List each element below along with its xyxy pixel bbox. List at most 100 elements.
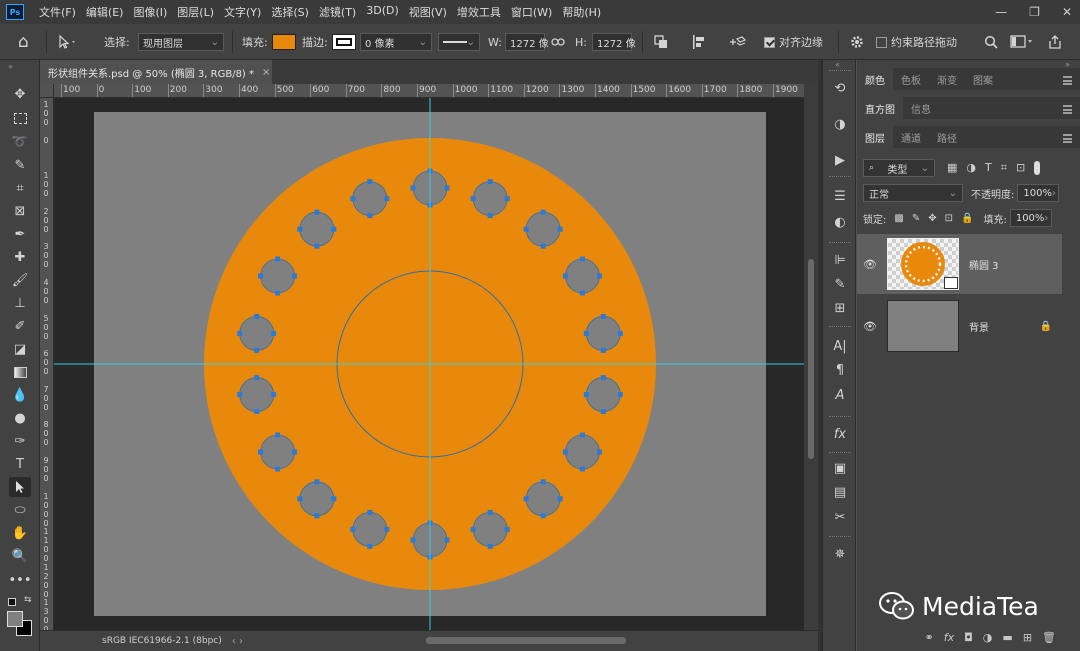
anchor-point[interactable] — [579, 256, 585, 262]
anchor-point[interactable] — [297, 496, 303, 502]
vertical-scrollbar[interactable] — [804, 84, 818, 630]
healing-brush-tool-icon[interactable]: ✚ — [9, 247, 31, 267]
close-icon[interactable]: × — [262, 67, 270, 78]
panel-tab-ptabs3-1[interactable]: 通道 — [893, 126, 929, 148]
blend-mode-dropdown[interactable]: 正常 ⌄ — [863, 184, 963, 202]
horizontal-ruler[interactable]: 100 0 100 200 300 400 500 600 700 800 900 1000 1100 1… — [54, 84, 804, 98]
close-icon[interactable]: ✕ — [1062, 5, 1072, 19]
anchor-point[interactable] — [258, 273, 264, 279]
panel-menu-icon[interactable] — [1063, 105, 1072, 114]
anchor-point[interactable] — [583, 330, 589, 336]
search-icon[interactable] — [984, 24, 998, 60]
blur-tool-icon[interactable]: 💧 — [9, 385, 31, 405]
anchor-point[interactable] — [504, 196, 510, 202]
type-tool-icon[interactable]: T — [9, 454, 31, 474]
anchor-point[interactable] — [297, 226, 303, 232]
menu-item-6[interactable]: 滤镜(T) — [314, 4, 361, 20]
anchor-point[interactable] — [596, 449, 602, 455]
anchor-point[interactable] — [367, 543, 373, 549]
anchor-point[interactable] — [314, 243, 320, 249]
type-layer-filter-icon[interactable]: T — [985, 161, 992, 175]
add-mask-icon[interactable]: ◘ — [964, 631, 973, 644]
foreground-color-swatch[interactable] — [7, 611, 23, 627]
stroke-size-field[interactable]: 0 像素 ⌄ — [360, 33, 432, 51]
menu-item-11[interactable]: 帮助(H) — [557, 4, 606, 20]
panel-menu-icon[interactable] — [1063, 76, 1072, 85]
anchor-point[interactable] — [350, 196, 356, 202]
actions-play-icon[interactable]: ▶ — [829, 150, 851, 170]
anchor-point[interactable] — [487, 543, 493, 549]
width-field[interactable]: 1272 像 — [505, 33, 549, 51]
new-layer-icon[interactable]: ⊞ — [1023, 631, 1032, 644]
hole-circle[interactable] — [239, 316, 275, 351]
gradient-tool-icon[interactable] — [9, 362, 31, 382]
home-icon[interactable]: ⌂ — [18, 24, 29, 60]
hole-circle[interactable] — [352, 181, 388, 217]
anchor-point[interactable] — [596, 273, 602, 279]
anchor-point[interactable] — [367, 213, 373, 219]
quick-select-tool-icon[interactable]: ✎ — [9, 155, 31, 175]
color-profile-status[interactable]: sRGB IEC61966-2.1 (8bpc) — [102, 636, 222, 646]
layer-row-background[interactable]: 👁 背景 🔒 — [857, 296, 1062, 356]
panel-tab-ptabs1-0[interactable]: 颜色 — [857, 68, 893, 90]
anchor-point[interactable] — [384, 526, 390, 532]
menu-item-3[interactable]: 图层(L) — [172, 4, 219, 20]
stamp-tool-icon[interactable]: ⊥ — [9, 293, 31, 313]
anchor-point[interactable] — [579, 466, 585, 472]
history-brush-tool-icon[interactable]: ✐ — [9, 316, 31, 336]
document-tab[interactable]: 形状组件关系.psd @ 50% (椭圆 3, RGB/8) * × — [40, 60, 272, 84]
anchor-point[interactable] — [271, 392, 277, 398]
anchor-point[interactable] — [617, 330, 623, 336]
anchor-point[interactable] — [600, 375, 606, 381]
anchor-point[interactable] — [470, 526, 476, 532]
fill-field[interactable]: 100% › — [1009, 209, 1052, 227]
panel-tab-ptabs1-3[interactable]: 图案 — [965, 68, 1001, 90]
path-selection-tool-icon[interactable] — [9, 477, 31, 497]
menu-item-1[interactable]: 编辑(E) — [81, 4, 129, 20]
dodge-tool-icon[interactable]: ● — [9, 408, 31, 428]
lock-all-icon[interactable]: 🔒 — [961, 213, 973, 224]
anchor-point[interactable] — [523, 226, 529, 232]
workspace-icon[interactable] — [1010, 24, 1034, 60]
lock-image-icon[interactable]: ✎ — [912, 213, 920, 224]
panel-tab-ptabs3-2[interactable]: 路径 — [929, 126, 965, 148]
add-layer-style-icon[interactable]: fx — [944, 631, 954, 644]
layer-name[interactable]: 背景 — [969, 319, 989, 334]
history-icon[interactable]: ⟲ — [829, 78, 851, 98]
anchor-point[interactable] — [275, 290, 281, 296]
anchor-point[interactable] — [275, 432, 281, 438]
menu-item-8[interactable]: 视图(V) — [404, 4, 452, 20]
stroke-color-swatch[interactable] — [332, 34, 356, 50]
hole-circle[interactable] — [585, 377, 621, 412]
anchor-point[interactable] — [579, 290, 585, 296]
adjustment-layer-filter-icon[interactable]: ◑ — [966, 161, 976, 175]
color-icon[interactable]: ◑ — [829, 114, 851, 134]
panel-tab-ptabs3-0[interactable]: 图层 — [857, 126, 893, 148]
hole-circle[interactable] — [565, 434, 600, 470]
eraser-tool-icon[interactable]: ◪ — [9, 339, 31, 359]
new-group-icon[interactable]: ▬ — [1002, 631, 1012, 644]
anchor-point[interactable] — [314, 513, 320, 519]
gear-icon[interactable] — [850, 24, 864, 60]
anchor-point[interactable] — [523, 496, 529, 502]
swap-colors-icon[interactable]: ⇆ — [24, 595, 32, 605]
lock-position-icon[interactable]: ✥ — [928, 213, 936, 224]
anchor-point[interactable] — [350, 526, 356, 532]
anchor-point[interactable] — [314, 209, 320, 215]
link-icon[interactable] — [551, 24, 565, 60]
path-alignment-icon[interactable] — [692, 24, 706, 60]
brush-tool-icon[interactable]: 🖌 — [9, 270, 31, 290]
path-operations-icon[interactable] — [654, 24, 668, 60]
anchor-point[interactable] — [540, 513, 546, 519]
anchor-point[interactable] — [557, 226, 563, 232]
path-select-tool-icon[interactable] — [56, 24, 78, 60]
minimize-icon[interactable]: — — [995, 5, 1007, 19]
brushes-icon[interactable]: ✎ — [829, 274, 851, 294]
brush-settings-icon[interactable]: ⊫ — [829, 250, 851, 270]
default-colors-icon[interactable] — [8, 598, 16, 606]
anchor-point[interactable] — [562, 449, 568, 455]
anchor-point[interactable] — [254, 313, 260, 319]
link-layers-icon[interactable]: ⚭ — [924, 631, 933, 644]
paragraph-icon[interactable]: ¶ — [829, 360, 851, 380]
layer-name[interactable]: 椭圆 3 — [969, 257, 999, 272]
